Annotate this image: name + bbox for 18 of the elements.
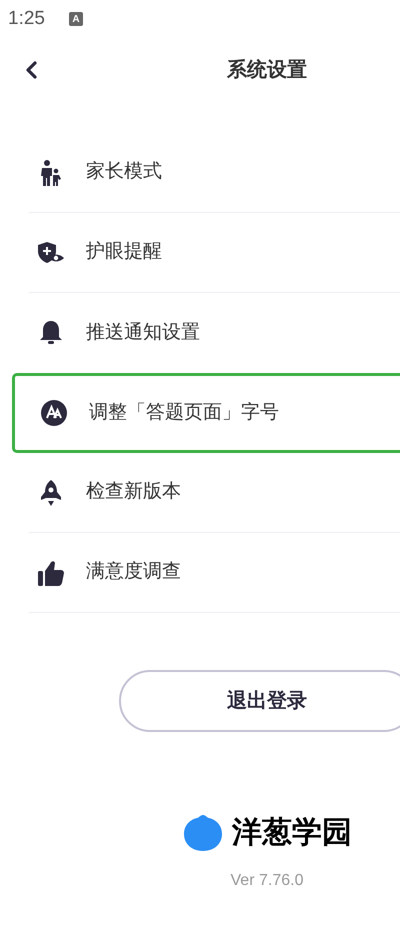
brand-name: 洋葱学园 (232, 815, 352, 851)
rocket-icon (39, 478, 63, 506)
version-text: Ver 7.76.0 (230, 871, 304, 891)
font-size-icon (41, 400, 67, 426)
settings-item[interactable]: 护眼提醒 (29, 213, 400, 293)
thumbs-up-icon (38, 558, 64, 586)
settings-item[interactable]: 推送通知设置 (29, 293, 400, 373)
settings-item[interactable]: 满意度调查 (29, 533, 400, 613)
shield-eye-icon (37, 240, 65, 264)
notification-icon: A (68, 12, 83, 26)
logout-button[interactable]: 退出登录 (119, 670, 400, 732)
settings-item[interactable]: 家长模式 (29, 133, 400, 213)
bell-icon (39, 320, 63, 346)
settings-item[interactable]: 检查新版本 (29, 453, 400, 533)
page-title: 系统设置 (227, 58, 307, 83)
parent-child-icon (40, 160, 62, 186)
status-time: 1:25 (8, 6, 45, 31)
settings-item[interactable]: 调整「答题页面」字号 (12, 373, 400, 453)
